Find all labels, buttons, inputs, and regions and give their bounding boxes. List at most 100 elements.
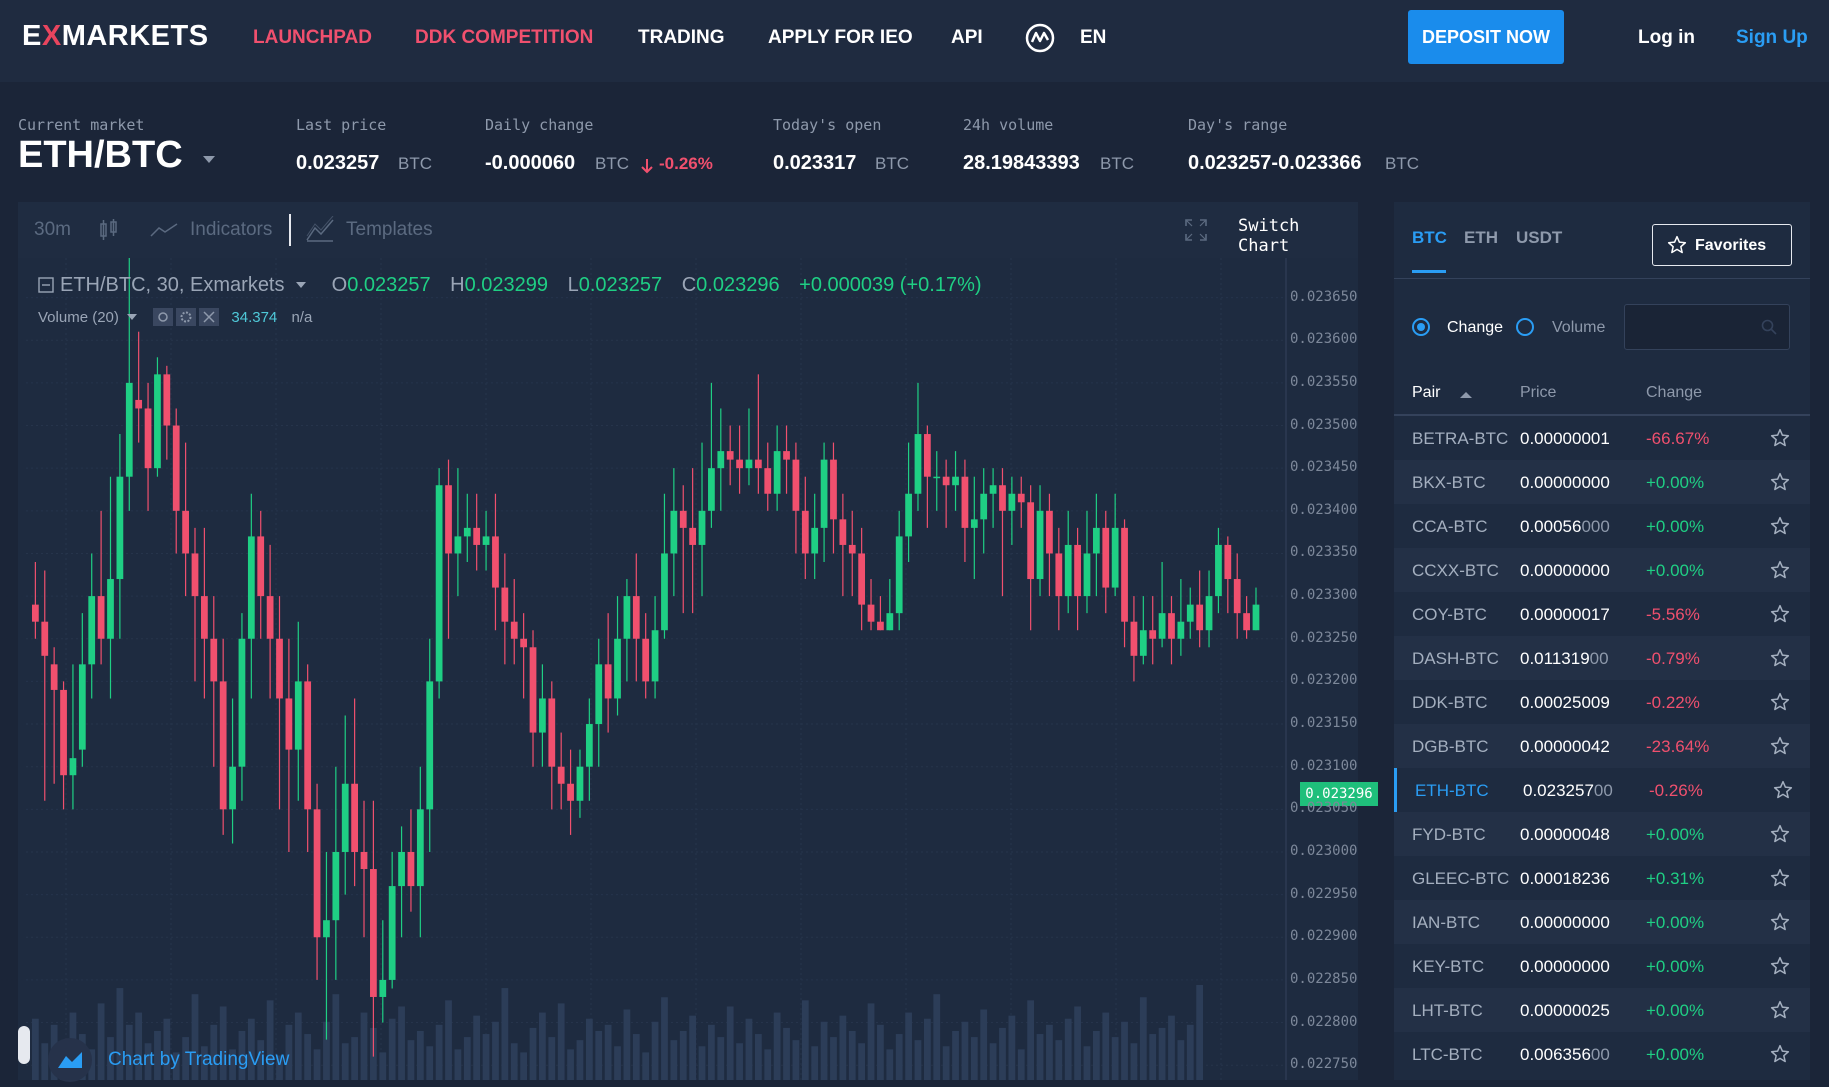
tab-btc[interactable]: BTC: [1412, 228, 1447, 248]
pair-row[interactable]: DDK-BTC 0.00025009 -0.22%: [1394, 680, 1810, 724]
coinmarketcap-icon[interactable]: [1024, 22, 1056, 54]
pair-price: 0.00000025: [1520, 1001, 1610, 1020]
interval-selector[interactable]: 30m: [34, 219, 71, 241]
candle-body: [257, 536, 265, 597]
tab-eth[interactable]: ETH: [1464, 228, 1498, 248]
pair-price: 0.00000000: [1520, 913, 1610, 932]
favorites-button[interactable]: Favorites: [1652, 224, 1792, 266]
pair-row[interactable]: COY-BTC 0.00000017 -5.56%: [1394, 592, 1810, 636]
pair-row[interactable]: KEY-BTC 0.00000000 +0.00%: [1394, 944, 1810, 988]
sort-by-change-radio[interactable]: [1412, 318, 1430, 336]
nav-trading[interactable]: TRADING: [638, 27, 725, 49]
market-dropdown-caret-icon[interactable]: [203, 156, 215, 163]
pair-row[interactable]: CCXX-BTC 0.00000000 +0.00%: [1394, 548, 1810, 592]
price-axis-label: 0.023150: [1290, 715, 1358, 732]
current-market-pair[interactable]: ETH/BTC: [18, 134, 183, 177]
tab-usdt[interactable]: USDT: [1516, 228, 1562, 248]
volume-bar: [294, 1012, 302, 1080]
candlestick-chart[interactable]: [18, 258, 1358, 1080]
pair-name[interactable]: BETRA-BTC: [1412, 429, 1508, 449]
star-icon[interactable]: [1770, 604, 1790, 624]
star-icon[interactable]: [1770, 912, 1790, 932]
star-icon[interactable]: [1770, 736, 1790, 756]
column-header-change[interactable]: Change: [1646, 384, 1702, 402]
pair-row[interactable]: BETRA-BTC 0.00000001 -66.67%: [1394, 416, 1810, 460]
pair-name[interactable]: GLEEC-BTC: [1412, 869, 1509, 889]
nav-launchpad[interactable]: LAUNCHPAD: [253, 27, 372, 49]
pair-row[interactable]: FYD-BTC 0.00000048 +0.00%: [1394, 812, 1810, 856]
pair-row[interactable]: ETH-BTC 0.02325700 -0.26%: [1394, 768, 1810, 812]
volume-legend-label[interactable]: Volume (20): [38, 309, 119, 326]
nav-apply-for-ieo[interactable]: APPLY FOR IEO: [768, 27, 913, 49]
star-icon[interactable]: [1770, 428, 1790, 448]
templates-button[interactable]: Templates: [346, 219, 433, 241]
sort-by-volume-radio[interactable]: [1516, 318, 1534, 336]
pair-name[interactable]: KEY-BTC: [1412, 957, 1484, 977]
star-icon[interactable]: [1770, 824, 1790, 844]
pair-change: -0.26%: [1649, 781, 1703, 800]
legend-caret-icon[interactable]: [296, 282, 307, 288]
column-header-pair[interactable]: Pair: [1412, 384, 1440, 402]
star-icon[interactable]: [1770, 1044, 1790, 1064]
candle-body: [661, 553, 668, 631]
pair-row[interactable]: DASH-BTC 0.01131900 -0.79%: [1394, 636, 1810, 680]
sort-ascending-icon[interactable]: [1460, 392, 1472, 398]
pair-row[interactable]: GLEEC-BTC 0.00018236 +0.31%: [1394, 856, 1810, 900]
switch-chart-button[interactable]: Switch Chart: [1238, 216, 1358, 256]
pair-name[interactable]: DASH-BTC: [1412, 649, 1499, 669]
sort-by-volume-label[interactable]: Volume: [1552, 319, 1605, 337]
tradingview-icon[interactable]: [48, 1038, 92, 1082]
candle-body: [698, 510, 706, 545]
star-icon[interactable]: [1770, 472, 1790, 492]
deposit-now-button[interactable]: DEPOSIT NOW: [1408, 10, 1564, 64]
volume-caret-icon[interactable]: [127, 314, 138, 320]
star-icon[interactable]: [1770, 956, 1790, 976]
expand-icon[interactable]: [1184, 218, 1208, 242]
templates-icon[interactable]: [306, 216, 334, 242]
star-icon[interactable]: [1770, 868, 1790, 888]
pair-name[interactable]: COY-BTC: [1412, 605, 1487, 625]
sort-by-change-label[interactable]: Change: [1447, 319, 1503, 337]
pair-name[interactable]: CCA-BTC: [1412, 517, 1488, 537]
exmarkets-logo[interactable]: EXMARKETS: [22, 20, 209, 53]
star-icon[interactable]: [1770, 1000, 1790, 1020]
pair-row[interactable]: BKX-BTC 0.00000000 +0.00%: [1394, 460, 1810, 504]
nav-ddk-competition[interactable]: DDK COMPETITION: [415, 27, 593, 49]
volume-bar: [933, 994, 941, 1080]
collapse-legend-icon[interactable]: [38, 277, 54, 293]
pair-name[interactable]: DGB-BTC: [1412, 737, 1489, 757]
star-icon[interactable]: [1770, 692, 1790, 712]
star-icon[interactable]: [1773, 780, 1793, 800]
chart-scroll-handle[interactable]: [18, 1026, 30, 1064]
pair-name[interactable]: ETH-BTC: [1415, 781, 1489, 801]
volume-bar: [463, 1037, 471, 1080]
volume-study-controls[interactable]: [153, 308, 220, 326]
candle-body: [557, 766, 565, 784]
pair-row[interactable]: IAN-BTC 0.00000000 +0.00%: [1394, 900, 1810, 944]
pair-name[interactable]: LTC-BTC: [1412, 1045, 1483, 1065]
pair-row[interactable]: LTC-BTC 0.00635600 +0.00%: [1394, 1032, 1810, 1076]
pair-name[interactable]: BKX-BTC: [1412, 473, 1486, 493]
nav-api[interactable]: API: [951, 27, 983, 49]
pair-row[interactable]: DGB-BTC 0.00000042 -23.64%: [1394, 724, 1810, 768]
pair-search-input[interactable]: [1624, 304, 1790, 350]
login-link[interactable]: Log in: [1638, 27, 1695, 49]
pair-row[interactable]: CCA-BTC 0.00056000 +0.00%: [1394, 504, 1810, 548]
star-icon[interactable]: [1770, 648, 1790, 668]
indicators-icon[interactable]: [150, 222, 178, 238]
pair-name[interactable]: IAN-BTC: [1412, 913, 1480, 933]
column-header-price[interactable]: Price: [1520, 384, 1556, 402]
pair-name[interactable]: LHT-BTC: [1412, 1001, 1483, 1021]
pair-row[interactable]: LHT-BTC 0.00000025 +0.00%: [1394, 988, 1810, 1032]
star-icon[interactable]: [1770, 516, 1790, 536]
candle-style-icon[interactable]: [98, 218, 120, 242]
pair-name[interactable]: DDK-BTC: [1412, 693, 1488, 713]
language-selector[interactable]: EN: [1080, 27, 1106, 49]
pair-name[interactable]: CCXX-BTC: [1412, 561, 1499, 581]
signup-link[interactable]: Sign Up: [1736, 27, 1808, 49]
indicators-button[interactable]: Indicators: [190, 219, 272, 241]
chart-by-tradingview-link[interactable]: Chart by TradingView: [108, 1049, 289, 1071]
pair-name[interactable]: FYD-BTC: [1412, 825, 1486, 845]
star-icon[interactable]: [1770, 560, 1790, 580]
legend-symbol[interactable]: ETH/BTC, 30, Exmarkets: [60, 274, 285, 296]
